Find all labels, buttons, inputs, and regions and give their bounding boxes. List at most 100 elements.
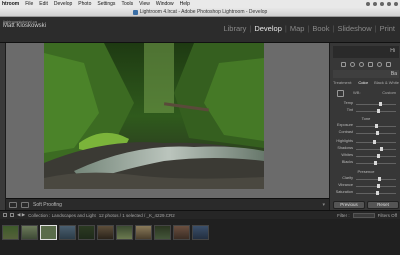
temp-slider[interactable]: Temp bbox=[333, 101, 399, 107]
module-book[interactable]: Book bbox=[309, 24, 332, 33]
module-map[interactable]: Map bbox=[287, 24, 308, 33]
preview-photo[interactable] bbox=[44, 43, 264, 189]
crop-tool-icon[interactable] bbox=[341, 61, 346, 67]
slider-label: Whites bbox=[341, 153, 353, 157]
filter-select[interactable]: Filters Off bbox=[378, 213, 397, 218]
tool-strip bbox=[333, 60, 399, 68]
slider-knob[interactable] bbox=[374, 161, 377, 165]
whites-slider[interactable]: Whites bbox=[333, 153, 399, 159]
filmstrip-thumbnail[interactable] bbox=[173, 225, 190, 240]
image-canvas[interactable] bbox=[6, 43, 329, 198]
wb-preset-select[interactable]: Custom bbox=[382, 90, 396, 95]
filmstrip-thumbnail[interactable] bbox=[154, 225, 171, 240]
graduated-filter-icon[interactable] bbox=[368, 61, 373, 67]
clarity-slider[interactable]: Clarity bbox=[333, 176, 399, 182]
slider-knob[interactable] bbox=[376, 131, 379, 135]
slider-track[interactable] bbox=[356, 185, 396, 187]
slider-knob[interactable] bbox=[379, 102, 382, 106]
loupe-view-icon[interactable] bbox=[9, 201, 17, 208]
vibrance-slider[interactable]: Vibrance bbox=[333, 183, 399, 189]
module-library[interactable]: Library bbox=[220, 24, 249, 33]
slider-knob[interactable] bbox=[377, 154, 380, 158]
slider-knob[interactable] bbox=[373, 140, 376, 144]
menu-window[interactable]: Window bbox=[156, 1, 174, 7]
exposure-slider[interactable]: Exposure bbox=[333, 123, 399, 129]
module-print[interactable]: Print bbox=[377, 24, 398, 33]
tone-section-label: Tone bbox=[361, 116, 371, 121]
collection-source[interactable]: Collection : Landscapes and Light bbox=[28, 213, 96, 218]
shadows-slider[interactable]: Shadows bbox=[333, 146, 399, 152]
filmstrip-thumbnail[interactable] bbox=[97, 225, 114, 240]
spot-removal-icon[interactable] bbox=[350, 61, 355, 67]
menu-settings[interactable]: Settings bbox=[97, 1, 115, 7]
slider-knob[interactable] bbox=[375, 124, 378, 128]
lightroom-window: htroom File Edit Develop Photo Settings … bbox=[0, 0, 400, 255]
module-develop[interactable]: Develop bbox=[251, 24, 285, 33]
contrast-slider[interactable]: Contrast bbox=[333, 130, 399, 136]
filmstrip-thumbnail[interactable] bbox=[21, 225, 38, 240]
slider-track[interactable] bbox=[356, 110, 396, 112]
filmstrip-thumbnail[interactable] bbox=[59, 225, 76, 240]
presence-section-label: Presence bbox=[357, 169, 375, 174]
module-slideshow[interactable]: Slideshow bbox=[334, 24, 374, 33]
radial-filter-icon[interactable] bbox=[377, 61, 382, 67]
filmstrip-thumbnail[interactable] bbox=[192, 225, 209, 240]
window-title: Lightroom 4.lrcat - Adobe Photoshop Ligh… bbox=[139, 9, 268, 15]
menu-view[interactable]: View bbox=[139, 1, 150, 7]
reset-button[interactable]: Reset bbox=[367, 201, 399, 209]
tint-slider[interactable]: Tint bbox=[333, 108, 399, 114]
histogram-panel[interactable]: Hi bbox=[333, 46, 399, 58]
menu-edit[interactable]: Edit bbox=[39, 1, 48, 7]
secondary-display-icon[interactable] bbox=[10, 213, 14, 217]
basic-panel-header[interactable]: Ba bbox=[333, 70, 399, 78]
wb-label: WB: bbox=[353, 90, 361, 95]
nav-arrows-icon[interactable]: ◀ ▶ bbox=[17, 212, 25, 218]
blacks-slider[interactable]: Blacks bbox=[333, 160, 399, 166]
menu-app[interactable]: htroom bbox=[2, 1, 19, 7]
slider-label: Shadows bbox=[337, 146, 353, 150]
menu-tools[interactable]: Tools bbox=[121, 1, 133, 7]
saturation-slider[interactable]: Saturation bbox=[333, 190, 399, 196]
slider-track[interactable] bbox=[356, 141, 396, 143]
filmstrip-thumbnail[interactable] bbox=[78, 225, 95, 240]
battery-icon[interactable] bbox=[394, 2, 398, 6]
slider-knob[interactable] bbox=[376, 191, 379, 195]
right-panel: Hi Ba Treatment: Color Black & White WB:… bbox=[329, 43, 400, 210]
menu-help[interactable]: Help bbox=[180, 1, 190, 7]
filmstrip-thumbnail[interactable] bbox=[116, 225, 133, 240]
dropbox-icon[interactable] bbox=[366, 2, 370, 6]
menu-file[interactable]: File bbox=[25, 1, 33, 7]
filmstrip-header: ◀ ▶ Collection : Landscapes and Light 12… bbox=[0, 210, 400, 219]
treatment-color[interactable]: Color bbox=[358, 80, 368, 86]
grid-view-icon[interactable] bbox=[3, 213, 7, 217]
before-after-icon[interactable] bbox=[21, 201, 29, 208]
filmstrip-thumbnail[interactable] bbox=[2, 225, 19, 240]
red-eye-icon[interactable] bbox=[359, 61, 364, 67]
filmstrip-thumbnail[interactable] bbox=[135, 225, 152, 240]
slider-track[interactable] bbox=[356, 178, 396, 180]
adjustment-brush-icon[interactable] bbox=[386, 61, 391, 67]
slider-knob[interactable] bbox=[380, 147, 383, 151]
slider-label: Clarity bbox=[342, 176, 353, 180]
filmstrip-thumbnail-selected[interactable] bbox=[40, 225, 57, 240]
filter-stars[interactable] bbox=[352, 212, 375, 218]
treatment-bw[interactable]: Black & White bbox=[374, 80, 399, 86]
slider-track[interactable] bbox=[356, 155, 396, 157]
menu-photo[interactable]: Photo bbox=[78, 1, 91, 7]
previous-button[interactable]: Previous bbox=[333, 201, 365, 209]
white-balance-eyedropper-icon[interactable] bbox=[337, 90, 344, 97]
soft-proofing-checkbox[interactable]: Soft Proofing bbox=[33, 202, 62, 208]
treatment-row: Treatment: Color Black & White bbox=[333, 80, 399, 86]
slider-knob[interactable] bbox=[377, 109, 380, 113]
highlights-slider[interactable]: Highlights bbox=[333, 139, 399, 145]
wifi-icon[interactable] bbox=[380, 2, 384, 6]
slider-track[interactable] bbox=[356, 103, 396, 105]
timemachine-icon[interactable] bbox=[373, 2, 377, 6]
identity-bar: lightroomtutorial.ca Matt Kloskowski Lib… bbox=[0, 17, 400, 43]
slider-knob[interactable] bbox=[378, 177, 381, 181]
volume-icon[interactable] bbox=[387, 2, 391, 6]
slider-knob[interactable] bbox=[377, 184, 380, 188]
slider-track[interactable] bbox=[356, 148, 396, 150]
menu-develop[interactable]: Develop bbox=[54, 1, 72, 7]
photo-count: 12 photos / 1 selected / _K_4229.CR2 bbox=[98, 212, 175, 218]
